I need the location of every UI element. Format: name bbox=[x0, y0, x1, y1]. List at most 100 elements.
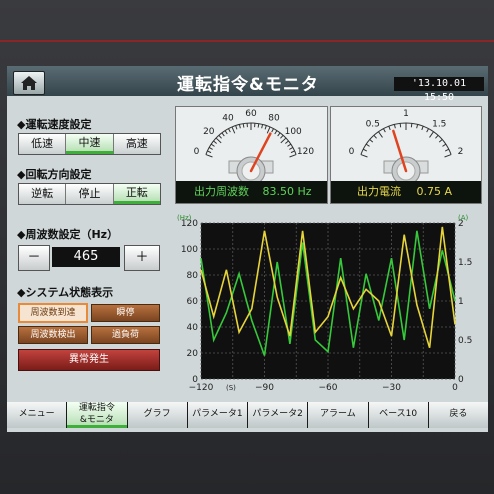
gauge-tick-label: 1 bbox=[403, 109, 409, 119]
tab-operation-monitor-line2: &モニタ bbox=[79, 415, 114, 425]
forward-button[interactable]: 正転 bbox=[113, 184, 160, 204]
frequency-heading: ◆周波数設定（Hz） bbox=[17, 228, 119, 241]
tab-parameter-2[interactable]: パラメータ2 bbox=[248, 402, 308, 428]
gauge-tick-label: 0 bbox=[349, 147, 355, 157]
alarm-indicator: 異常発生 bbox=[18, 349, 160, 371]
bezel-accent-line bbox=[0, 40, 494, 42]
gauge-tick bbox=[285, 140, 289, 144]
speed-heading: ◆運転速度設定 bbox=[17, 118, 92, 131]
gauge-tick bbox=[378, 131, 383, 138]
gauge-tick bbox=[289, 154, 297, 158]
gauge-tick-label: 0.5 bbox=[366, 119, 380, 129]
tab-base-10[interactable]: ベース10 bbox=[368, 402, 428, 428]
gauge-tick bbox=[444, 148, 449, 152]
gauge-tick bbox=[208, 147, 213, 150]
gauge-tick bbox=[388, 126, 391, 131]
gauge-tick bbox=[271, 128, 274, 133]
gauge-tick bbox=[363, 148, 368, 152]
gauge-tick bbox=[238, 124, 241, 129]
gauge-tick bbox=[429, 131, 434, 138]
chart-y-left-tick-label: 100 bbox=[181, 245, 198, 255]
gauge-tick bbox=[213, 140, 217, 144]
gauge-tick bbox=[435, 134, 439, 139]
direction-heading: ◆回転方向設定 bbox=[17, 168, 92, 181]
chart-right-unit: (A) bbox=[458, 214, 469, 222]
frequency-value-input[interactable]: 465 bbox=[52, 247, 120, 267]
gauge-tick-label: 120 bbox=[297, 147, 314, 157]
gauge-tick-label: 1.5 bbox=[432, 119, 446, 129]
current-gauge-label: 出力電流 bbox=[357, 185, 401, 198]
gauge-tick bbox=[221, 132, 225, 137]
speed-mid-button[interactable]: 中速 bbox=[66, 134, 114, 154]
gauge-tick bbox=[290, 150, 295, 154]
current-gauge: 0 0.5 1 1.5 2 出力電流 0.75 A bbox=[330, 106, 482, 204]
gauge-tick-label: 80 bbox=[268, 114, 280, 124]
frequency-decrement-button[interactable]: － bbox=[18, 245, 50, 271]
gauge-tick bbox=[210, 143, 215, 147]
direction-button-group: 逆転 停止 正転 bbox=[18, 183, 161, 205]
gauge-tick bbox=[393, 124, 396, 129]
frequency-gauge-value: 83.50 Hz bbox=[262, 185, 312, 198]
chart-x-tick-label: −30 bbox=[382, 383, 401, 393]
stop-button[interactable]: 停止 bbox=[66, 184, 114, 204]
current-gauge-value: 0.75 A bbox=[416, 185, 453, 198]
tab-back[interactable]: 戻る bbox=[428, 402, 488, 428]
gauge-tick bbox=[264, 125, 267, 130]
current-gauge-dial: 0 0.5 1 1.5 2 bbox=[349, 109, 463, 186]
gauge-tick bbox=[266, 126, 271, 134]
gauge-tick bbox=[205, 154, 213, 158]
tab-menu[interactable]: メニュー bbox=[7, 402, 67, 428]
gauge-tick bbox=[360, 154, 368, 158]
gauge-tick-label: 40 bbox=[222, 114, 234, 124]
chart-x-tick-label: −90 bbox=[255, 383, 274, 393]
gauge-tick-label: 60 bbox=[245, 109, 257, 119]
chart-y-left-tick-label: 20 bbox=[187, 349, 199, 359]
header-bar: 運転指令&モニタ '13.10.01 15:50 bbox=[7, 66, 488, 103]
gauge-tick bbox=[438, 139, 443, 143]
gauge-tick bbox=[277, 132, 281, 137]
gauge-tick bbox=[280, 137, 287, 144]
chart-y-left-tick-label: 60 bbox=[187, 297, 199, 307]
speed-low-button[interactable]: 低速 bbox=[19, 134, 67, 154]
status-heading: ◆システム状態表示 bbox=[17, 286, 114, 299]
reverse-button[interactable]: 逆転 bbox=[19, 184, 67, 204]
gauge-tick bbox=[444, 154, 452, 158]
tab-parameter-1[interactable]: パラメータ1 bbox=[187, 402, 247, 428]
gauge-tick bbox=[231, 126, 236, 134]
page-title: 運転指令&モニタ bbox=[177, 75, 319, 95]
gauge-tick bbox=[365, 143, 370, 147]
trend-chart: 02040608010012000.511.52−120 −90 −60 −30 0(H… bbox=[177, 214, 472, 393]
chart-left-unit: (Hz) bbox=[177, 214, 192, 222]
frequency-gauge: 0 20 40 60 80 100 120 出力周波数 83.50 Hz bbox=[175, 106, 328, 204]
status-freq-detect-lamp: 周波数検出 bbox=[18, 326, 88, 344]
speed-high-button[interactable]: 高速 bbox=[113, 134, 160, 154]
frequency-increment-button[interactable]: ＋ bbox=[124, 245, 160, 271]
frequency-gauge-readout: 出力周波数 83.50 Hz bbox=[176, 181, 327, 203]
home-icon bbox=[21, 76, 37, 90]
tab-operation-monitor[interactable]: 運転指令 &モニタ bbox=[67, 402, 127, 428]
gauge-tick bbox=[280, 134, 284, 139]
gauge-tick bbox=[416, 124, 419, 129]
gauge-tick bbox=[261, 124, 264, 129]
chart-y-right-tick-label: 0 bbox=[458, 375, 464, 385]
chart-y-right-tick-label: 1.5 bbox=[458, 258, 472, 268]
gauge-tick bbox=[242, 123, 245, 128]
gauge-tick bbox=[224, 130, 228, 135]
gauge-tick bbox=[287, 143, 292, 147]
chart-x-unit: (S) bbox=[226, 384, 236, 392]
gauge-tick bbox=[207, 150, 212, 154]
clock-display: '13.10.01 15:50 bbox=[394, 77, 484, 103]
gauge-tick bbox=[257, 123, 260, 128]
gauge-tick bbox=[426, 128, 429, 133]
gauge-tick bbox=[235, 125, 238, 130]
tab-graph[interactable]: グラフ bbox=[127, 402, 187, 428]
home-button[interactable] bbox=[13, 71, 45, 95]
gauge-tick bbox=[218, 134, 222, 139]
hmi-screen: 運転指令&モニタ '13.10.01 15:50 ◆運転速度設定 低速 中速 高… bbox=[7, 66, 488, 432]
status-overload-lamp: 過負荷 bbox=[91, 326, 160, 344]
status-freq-reached-lamp: 周波数到達 bbox=[18, 303, 88, 323]
tab-alarm[interactable]: アラーム bbox=[308, 402, 368, 428]
chart-y-left-tick-label: 80 bbox=[187, 271, 199, 281]
gauge-tick-label: 0 bbox=[194, 147, 200, 157]
chart-x-tick-label: 0 bbox=[452, 383, 458, 393]
